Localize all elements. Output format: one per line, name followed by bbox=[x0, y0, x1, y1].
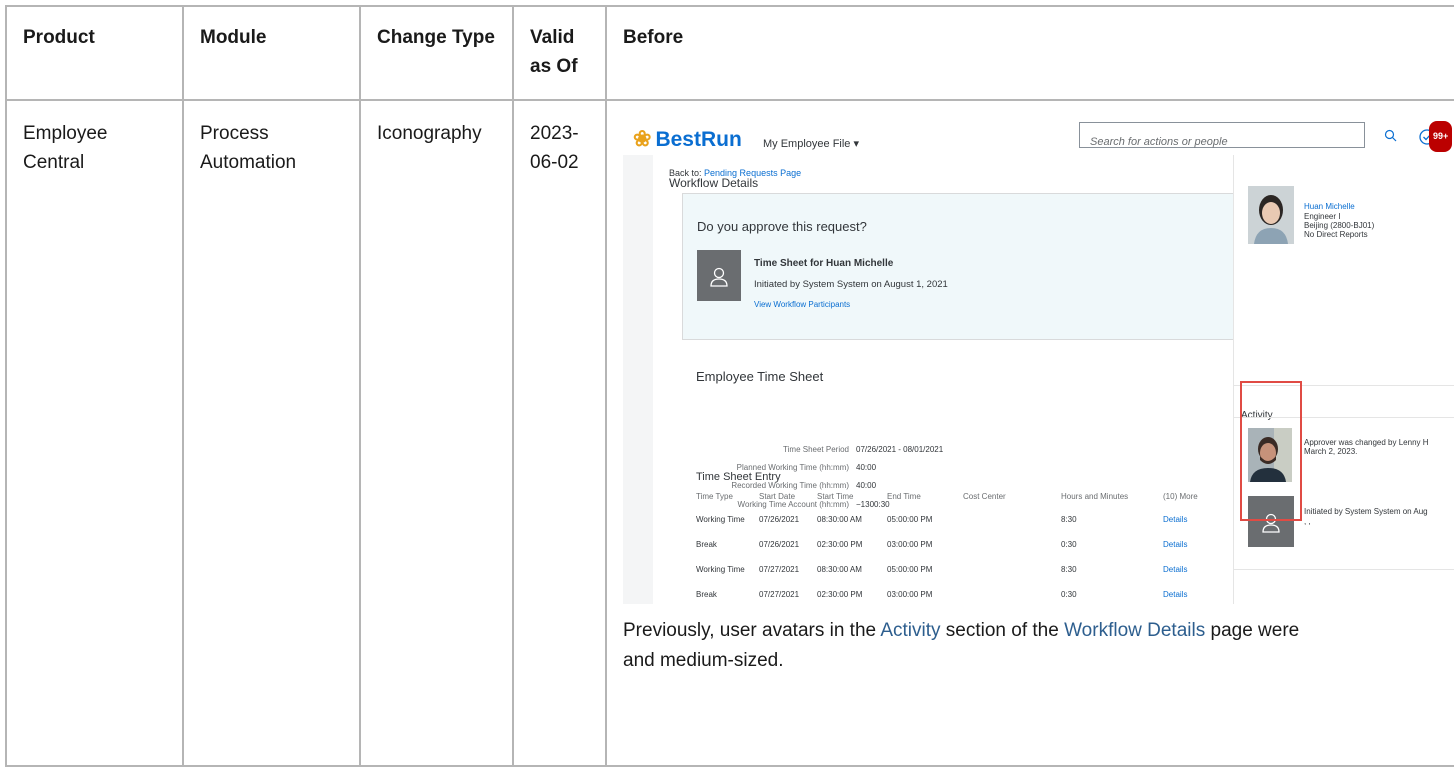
approval-card: Do you approve this request? Time Sheet … bbox=[682, 193, 1235, 340]
caption-text: and medium-sized. bbox=[623, 650, 784, 671]
header-product: Product bbox=[5, 5, 184, 101]
cell-product: Employee Central bbox=[5, 99, 184, 767]
header-row: Product Module Change Type Valid as Of B… bbox=[5, 5, 1454, 101]
activity-1-date: March 2, 2023. bbox=[1304, 447, 1358, 456]
highlight-box bbox=[1240, 381, 1302, 521]
header-change-type: Change Type bbox=[359, 5, 514, 101]
search-icon[interactable] bbox=[1383, 128, 1399, 144]
details-link[interactable]: Details bbox=[1163, 580, 1187, 604]
caption-text: section of the bbox=[940, 620, 1065, 641]
cell-change-type: Iconography bbox=[359, 99, 514, 767]
caption-workflow-details-term: Workflow Details bbox=[1064, 620, 1206, 641]
divider bbox=[1234, 569, 1454, 570]
activity-2-sub: , , bbox=[1304, 517, 1311, 526]
table-cell: 03:00:00 PM bbox=[887, 590, 933, 599]
notification-badge: 99+ bbox=[1429, 121, 1453, 152]
search-input[interactable]: Search for actions or people bbox=[1079, 122, 1365, 148]
release-notes-table: Product Module Change Type Valid as Of B… bbox=[5, 5, 1454, 767]
person-icon bbox=[710, 267, 728, 287]
section-title: Employee Time Sheet bbox=[696, 369, 824, 384]
caption-text: page were bbox=[1205, 620, 1300, 641]
column-header: Cost Center bbox=[963, 492, 1006, 501]
cell-valid-as-of: 2023-06-02 bbox=[512, 99, 607, 767]
table-row: Employee Central Process Automation Icon… bbox=[5, 99, 1454, 767]
cell-before: ❀ BestRun My Employee File ▾ Search for a… bbox=[605, 99, 1454, 767]
header-before: Before bbox=[605, 5, 1454, 101]
bestrun-logo[interactable]: ❀ BestRun bbox=[633, 124, 742, 154]
approval-question: Do you approve this request? bbox=[697, 219, 867, 234]
caption-text: Previously, user avatars in the bbox=[623, 620, 881, 641]
profile-reports: No Direct Reports bbox=[1304, 230, 1368, 239]
right-panel: Huan Michelle Engineer I Beijing (2800-B… bbox=[1233, 155, 1454, 604]
profile-photo[interactable] bbox=[1248, 186, 1294, 244]
initiator-avatar bbox=[697, 250, 741, 301]
chevron-down-icon: ▾ bbox=[853, 138, 860, 150]
table-cell: 02:30:00 PM bbox=[817, 590, 863, 599]
logo-text: BestRun bbox=[655, 128, 742, 151]
before-screenshot: ❀ BestRun My Employee File ▾ Search for a… bbox=[623, 119, 1454, 604]
woman-portrait bbox=[1248, 186, 1294, 244]
header-valid-as-of: Valid as Of bbox=[512, 5, 607, 101]
my-employee-file-label: My Employee File bbox=[763, 138, 851, 150]
flower-logo-icon: ❀ bbox=[633, 126, 652, 151]
activity-2-text: Initiated by System System on Aug bbox=[1304, 507, 1428, 516]
field-row: Planned Working Time (hh:mm) 40:00 bbox=[669, 453, 1009, 472]
cell-module: Process Automation bbox=[182, 99, 361, 767]
before-caption: Previously, user avatars in the Activity… bbox=[623, 616, 1454, 676]
caption-activity-term: Activity bbox=[880, 620, 941, 641]
shell-bar: ❀ BestRun My Employee File ▾ Search for a… bbox=[623, 119, 1454, 155]
field-row: Time Sheet Period 07/26/2021 - 08/01/2021 bbox=[669, 435, 1009, 454]
header-module: Module bbox=[182, 5, 361, 101]
table-cell: 0:30 bbox=[1061, 590, 1077, 599]
view-participants-link[interactable]: View Workflow Participants bbox=[754, 290, 850, 319]
table-cell: 07/27/2021 bbox=[759, 590, 800, 599]
table-cell: Break bbox=[696, 590, 717, 599]
